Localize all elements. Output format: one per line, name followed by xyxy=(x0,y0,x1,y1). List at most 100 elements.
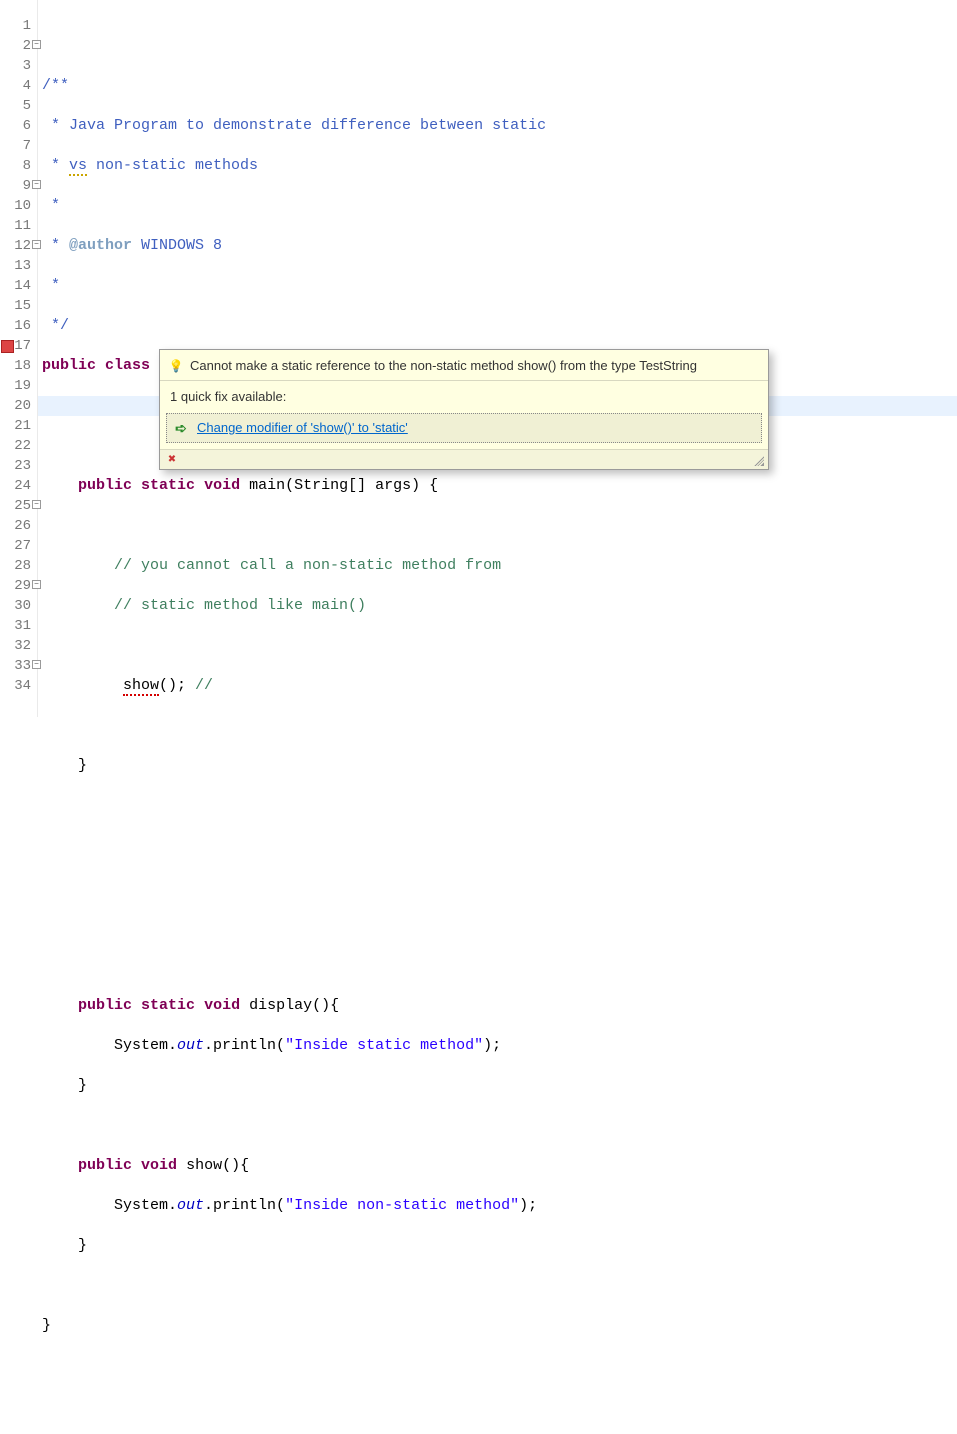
code-line[interactable] xyxy=(38,796,957,816)
line-number[interactable]: 12− xyxy=(0,236,37,256)
line-number[interactable]: 1 xyxy=(0,16,37,36)
code-line[interactable]: * Java Program to demonstrate difference… xyxy=(38,116,957,136)
code-line[interactable] xyxy=(38,36,957,56)
line-number[interactable]: 14 xyxy=(0,276,37,296)
code-line[interactable]: } xyxy=(38,1236,957,1256)
line-number[interactable]: 13 xyxy=(0,256,37,276)
string-literal: "Inside static method" xyxy=(285,1037,483,1054)
line-number[interactable]: 22 xyxy=(0,436,37,456)
code-line[interactable]: // you cannot call a non-static method f… xyxy=(38,556,957,576)
lightbulb-icon xyxy=(168,358,184,374)
line-number[interactable]: 10 xyxy=(0,196,37,216)
line-number[interactable]: 4 xyxy=(0,76,37,96)
code-text: } xyxy=(78,1237,87,1254)
line-number[interactable]: 34 xyxy=(0,676,37,696)
comment: // static method like main() xyxy=(114,597,366,614)
line-number[interactable]: 21 xyxy=(0,416,37,436)
code-line[interactable] xyxy=(38,956,957,976)
keyword: public xyxy=(78,477,132,494)
code-line[interactable]: } xyxy=(38,756,957,776)
line-number[interactable]: 27 xyxy=(0,536,37,556)
code-line[interactable]: // static method like main() xyxy=(38,596,957,616)
line-number[interactable]: 25− xyxy=(0,496,37,516)
line-number[interactable]: 18 xyxy=(0,356,37,376)
tooltip-fix-header-text: 1 quick fix available: xyxy=(170,387,286,407)
code-line[interactable]: public static void main(String[] args) { xyxy=(38,476,957,496)
quickfix-arrow-icon xyxy=(173,420,189,436)
javadoc-text: non-static methods xyxy=(87,157,258,174)
javadoc-text: vs xyxy=(69,157,87,176)
code-line[interactable] xyxy=(38,1356,957,1376)
line-number[interactable]: 33− xyxy=(0,656,37,676)
code-line[interactable] xyxy=(38,516,957,536)
line-number[interactable]: 7 xyxy=(0,136,37,156)
code-line[interactable]: * xyxy=(38,196,957,216)
keyword: public xyxy=(78,997,132,1014)
code-text: (); xyxy=(159,677,195,694)
error-icon xyxy=(164,452,180,468)
code-text: .println( xyxy=(204,1037,285,1054)
static-field: out xyxy=(177,1197,204,1214)
keyword: class xyxy=(105,357,150,374)
line-number[interactable]: 26 xyxy=(0,516,37,536)
code-line[interactable]: show(); // xyxy=(38,676,957,696)
line-number[interactable]: 15 xyxy=(0,296,37,316)
quick-fix-tooltip[interactable]: Cannot make a static reference to the no… xyxy=(159,349,769,470)
tooltip-fix-header: 1 quick fix available: xyxy=(160,381,768,413)
error-token[interactable]: show xyxy=(123,677,159,696)
line-number[interactable]: 3 xyxy=(0,56,37,76)
line-number[interactable]: 23 xyxy=(0,456,37,476)
quick-fix-item[interactable]: Change modifier of 'show()' to 'static' xyxy=(166,413,762,443)
code-line[interactable]: /** xyxy=(38,76,957,96)
keyword: static xyxy=(141,477,195,494)
code-line[interactable] xyxy=(38,876,957,896)
line-number[interactable]: 32 xyxy=(0,636,37,656)
code-line[interactable] xyxy=(38,1276,957,1296)
code-line[interactable]: public void show(){ xyxy=(38,1156,957,1176)
code-line[interactable]: } xyxy=(38,1076,957,1096)
tooltip-footer xyxy=(160,449,768,469)
code-line[interactable]: System.out.println("Inside static method… xyxy=(38,1036,957,1056)
code-text: ); xyxy=(519,1197,537,1214)
javadoc-text: * xyxy=(42,237,69,254)
code-text: main(String[] args) { xyxy=(240,477,438,494)
line-number-error[interactable]: 17 xyxy=(0,336,37,356)
tooltip-error-message: Cannot make a static reference to the no… xyxy=(190,356,697,376)
code-line[interactable]: System.out.println("Inside non-static me… xyxy=(38,1196,957,1216)
code-line[interactable]: public static void display(){ xyxy=(38,996,957,1016)
quick-fix-link[interactable]: Change modifier of 'show()' to 'static' xyxy=(197,418,408,438)
line-number[interactable]: 5 xyxy=(0,96,37,116)
line-number[interactable]: 8 xyxy=(0,156,37,176)
line-number[interactable]: 28 xyxy=(0,556,37,576)
string-literal: "Inside non-static method" xyxy=(285,1197,519,1214)
code-line[interactable]: * xyxy=(38,276,957,296)
line-number[interactable]: 19 xyxy=(0,376,37,396)
code-line[interactable] xyxy=(38,1116,957,1136)
code-line[interactable]: */ xyxy=(38,316,957,336)
code-area[interactable]: /** * Java Program to demonstrate differ… xyxy=(38,0,957,717)
code-text: .println( xyxy=(204,1197,285,1214)
line-number[interactable]: 16 xyxy=(0,316,37,336)
line-number[interactable]: 20 xyxy=(0,396,37,416)
line-number[interactable]: 24 xyxy=(0,476,37,496)
code-line[interactable] xyxy=(38,636,957,656)
line-number[interactable]: 9− xyxy=(0,176,37,196)
code-line[interactable]: * @author WINDOWS 8 xyxy=(38,236,957,256)
line-number[interactable]: 31 xyxy=(0,616,37,636)
code-line[interactable] xyxy=(38,716,957,736)
keyword: public xyxy=(78,1157,132,1174)
code-line[interactable]: } xyxy=(38,1316,957,1336)
line-number-gutter[interactable]: 1 2− 3 4 5 6 7 8 9− 10 11 12− 13 14 15 1… xyxy=(0,0,38,717)
line-number[interactable]: 29− xyxy=(0,576,37,596)
code-line[interactable] xyxy=(38,836,957,856)
comment: // you cannot call a non-static method f… xyxy=(114,557,501,574)
line-number[interactable]: 2− xyxy=(0,36,37,56)
resize-grip-icon[interactable] xyxy=(752,454,764,466)
code-line[interactable] xyxy=(38,916,957,936)
code-line[interactable]: * vs non-static methods xyxy=(38,156,957,176)
line-number[interactable]: 30 xyxy=(0,596,37,616)
code-text: display(){ xyxy=(240,997,339,1014)
line-number[interactable]: 11 xyxy=(0,216,37,236)
line-number[interactable]: 6 xyxy=(0,116,37,136)
comment: // xyxy=(195,677,213,694)
